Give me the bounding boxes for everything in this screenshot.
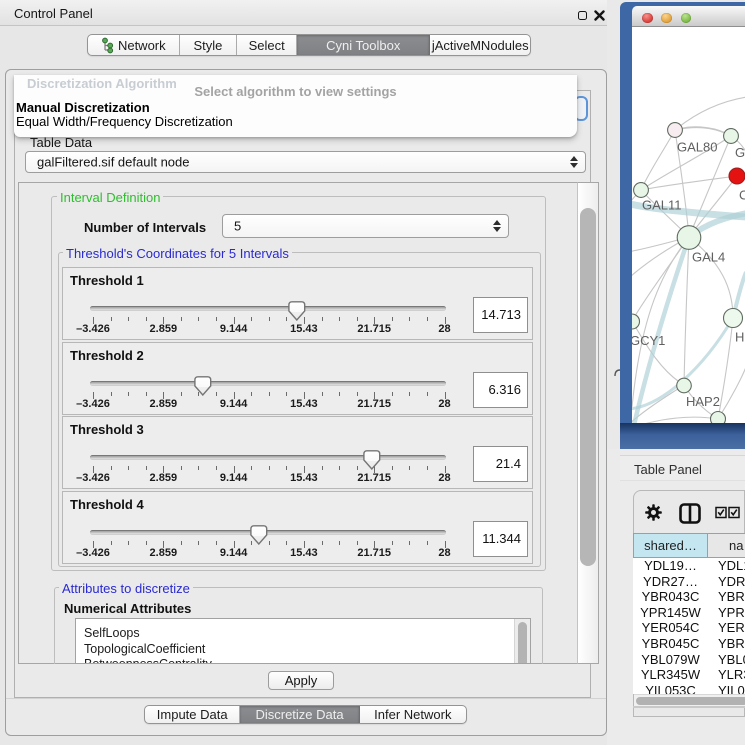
svg-text:GAL11: GAL11 <box>642 198 682 213</box>
svg-text:HIS4: HIS4 <box>735 330 745 345</box>
svg-text:C: C <box>739 188 745 203</box>
svg-text:GCY1: GCY1 <box>632 333 665 348</box>
svg-text:GAL: GAL <box>735 145 745 160</box>
svg-text:GAL80: GAL80 <box>677 140 717 155</box>
svg-text:HAP2: HAP2 <box>686 394 720 409</box>
svg-text:GAL4: GAL4 <box>692 250 725 265</box>
